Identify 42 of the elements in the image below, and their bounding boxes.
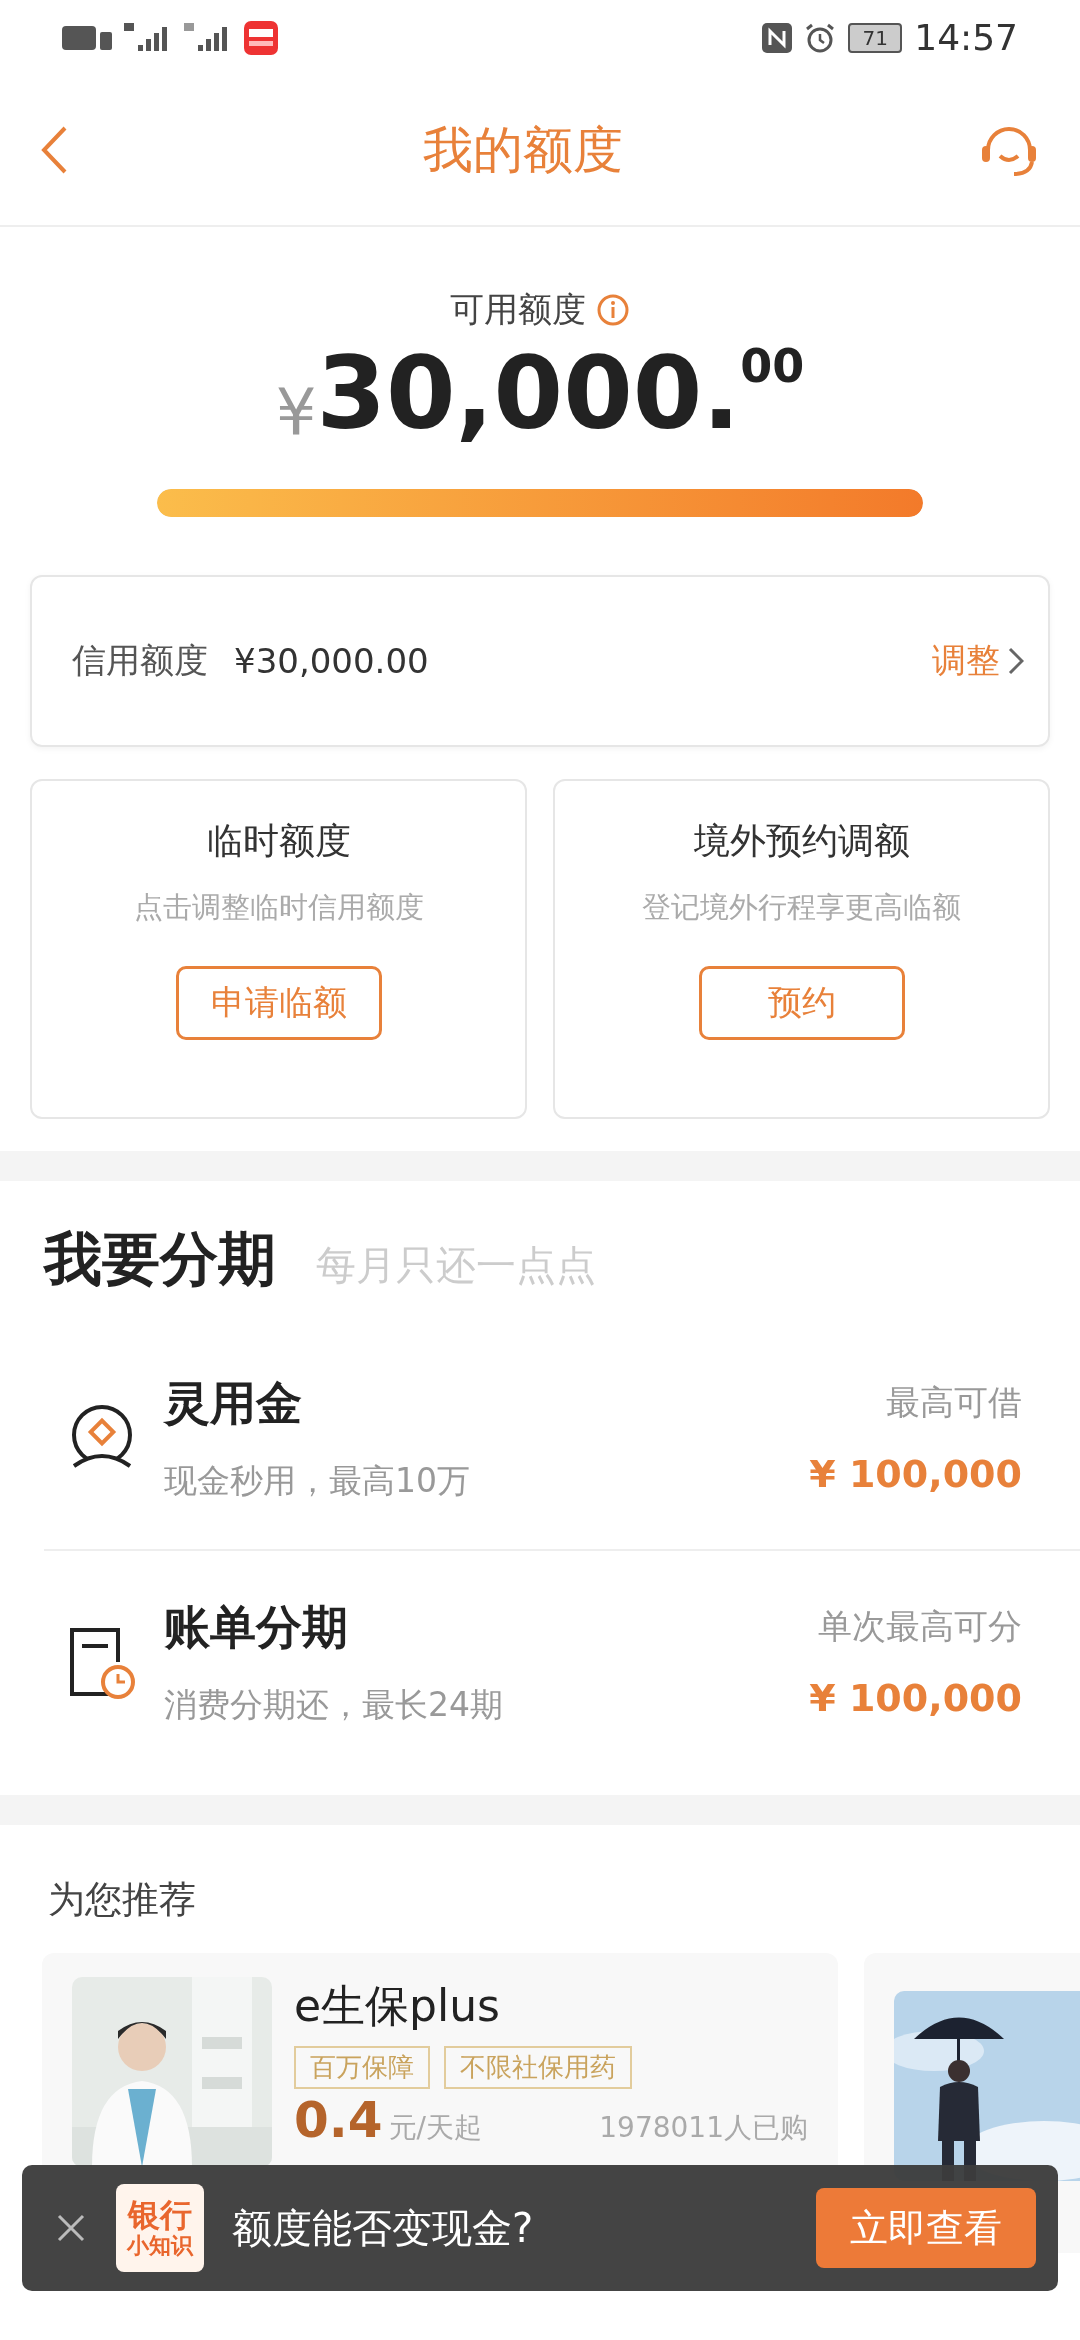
item-name[interactable]: 灵用金 bbox=[164, 1372, 810, 1435]
available-amount: 30,000. bbox=[316, 339, 741, 449]
section-title: 我要分期 bbox=[44, 1224, 276, 1295]
max-amount: ¥ 100,000 bbox=[809, 1676, 1022, 1720]
product-price: 0.4 bbox=[294, 2093, 383, 2148]
battery-level: 71 bbox=[848, 22, 903, 53]
nfc-icon bbox=[762, 22, 793, 53]
card-subtitle: 登记境外行程享更高临额 bbox=[642, 889, 961, 926]
card-title: 境外预约调额 bbox=[693, 819, 910, 863]
product-name: e生保plus bbox=[294, 1979, 502, 2033]
chevron-right-icon bbox=[1008, 647, 1024, 675]
logo: 银行 小知识 bbox=[116, 2184, 204, 2272]
item-name[interactable]: 账单分期 bbox=[164, 1596, 810, 1659]
card-subtitle: 点击调整临时信用额度 bbox=[133, 889, 424, 926]
back-icon[interactable] bbox=[40, 125, 68, 175]
adjust-link[interactable]: 调整 bbox=[932, 638, 1024, 684]
item-description: 现金秒用，最高10万 bbox=[164, 1459, 471, 1502]
amount-caption: 最高可借 bbox=[886, 1381, 1022, 1424]
clock-time: 14:57 bbox=[914, 17, 1018, 58]
available-label: 可用额度 bbox=[450, 288, 586, 331]
amount-decimals: 00 bbox=[740, 339, 805, 393]
info-icon[interactable] bbox=[596, 293, 630, 327]
item-description: 消费分期还，最长24期 bbox=[164, 1683, 504, 1726]
credit-limit-value: ¥30,000.00 bbox=[234, 641, 430, 681]
card-title: 临时额度 bbox=[206, 819, 351, 863]
price-unit: 元/天起 bbox=[388, 2110, 483, 2146]
page-title: 我的额度 bbox=[423, 119, 623, 181]
app-icon bbox=[244, 20, 278, 55]
view-button[interactable]: 立即查看 bbox=[816, 2188, 1036, 2268]
currency-symbol: ¥ bbox=[275, 375, 317, 449]
apply-button[interactable]: 申请临额 bbox=[175, 966, 382, 1040]
alarm-icon bbox=[804, 21, 837, 54]
sold-count: 1978011人已购 bbox=[599, 2110, 808, 2146]
apply-button[interactable]: 预约 bbox=[698, 966, 905, 1040]
max-amount: ¥ 100,000 bbox=[809, 1452, 1022, 1496]
close-icon[interactable] bbox=[56, 2213, 86, 2243]
product-tag: 不限社保用药 bbox=[444, 2046, 632, 2089]
section-title: 为您推荐 bbox=[47, 1877, 197, 1923]
credit-limit-label: 信用额度 bbox=[72, 639, 208, 682]
banner-text: 额度能否变现金? bbox=[232, 2203, 535, 2253]
product-tag: 百万保障 bbox=[294, 2046, 430, 2089]
amount-caption: 单次最高可分 bbox=[818, 1605, 1022, 1648]
